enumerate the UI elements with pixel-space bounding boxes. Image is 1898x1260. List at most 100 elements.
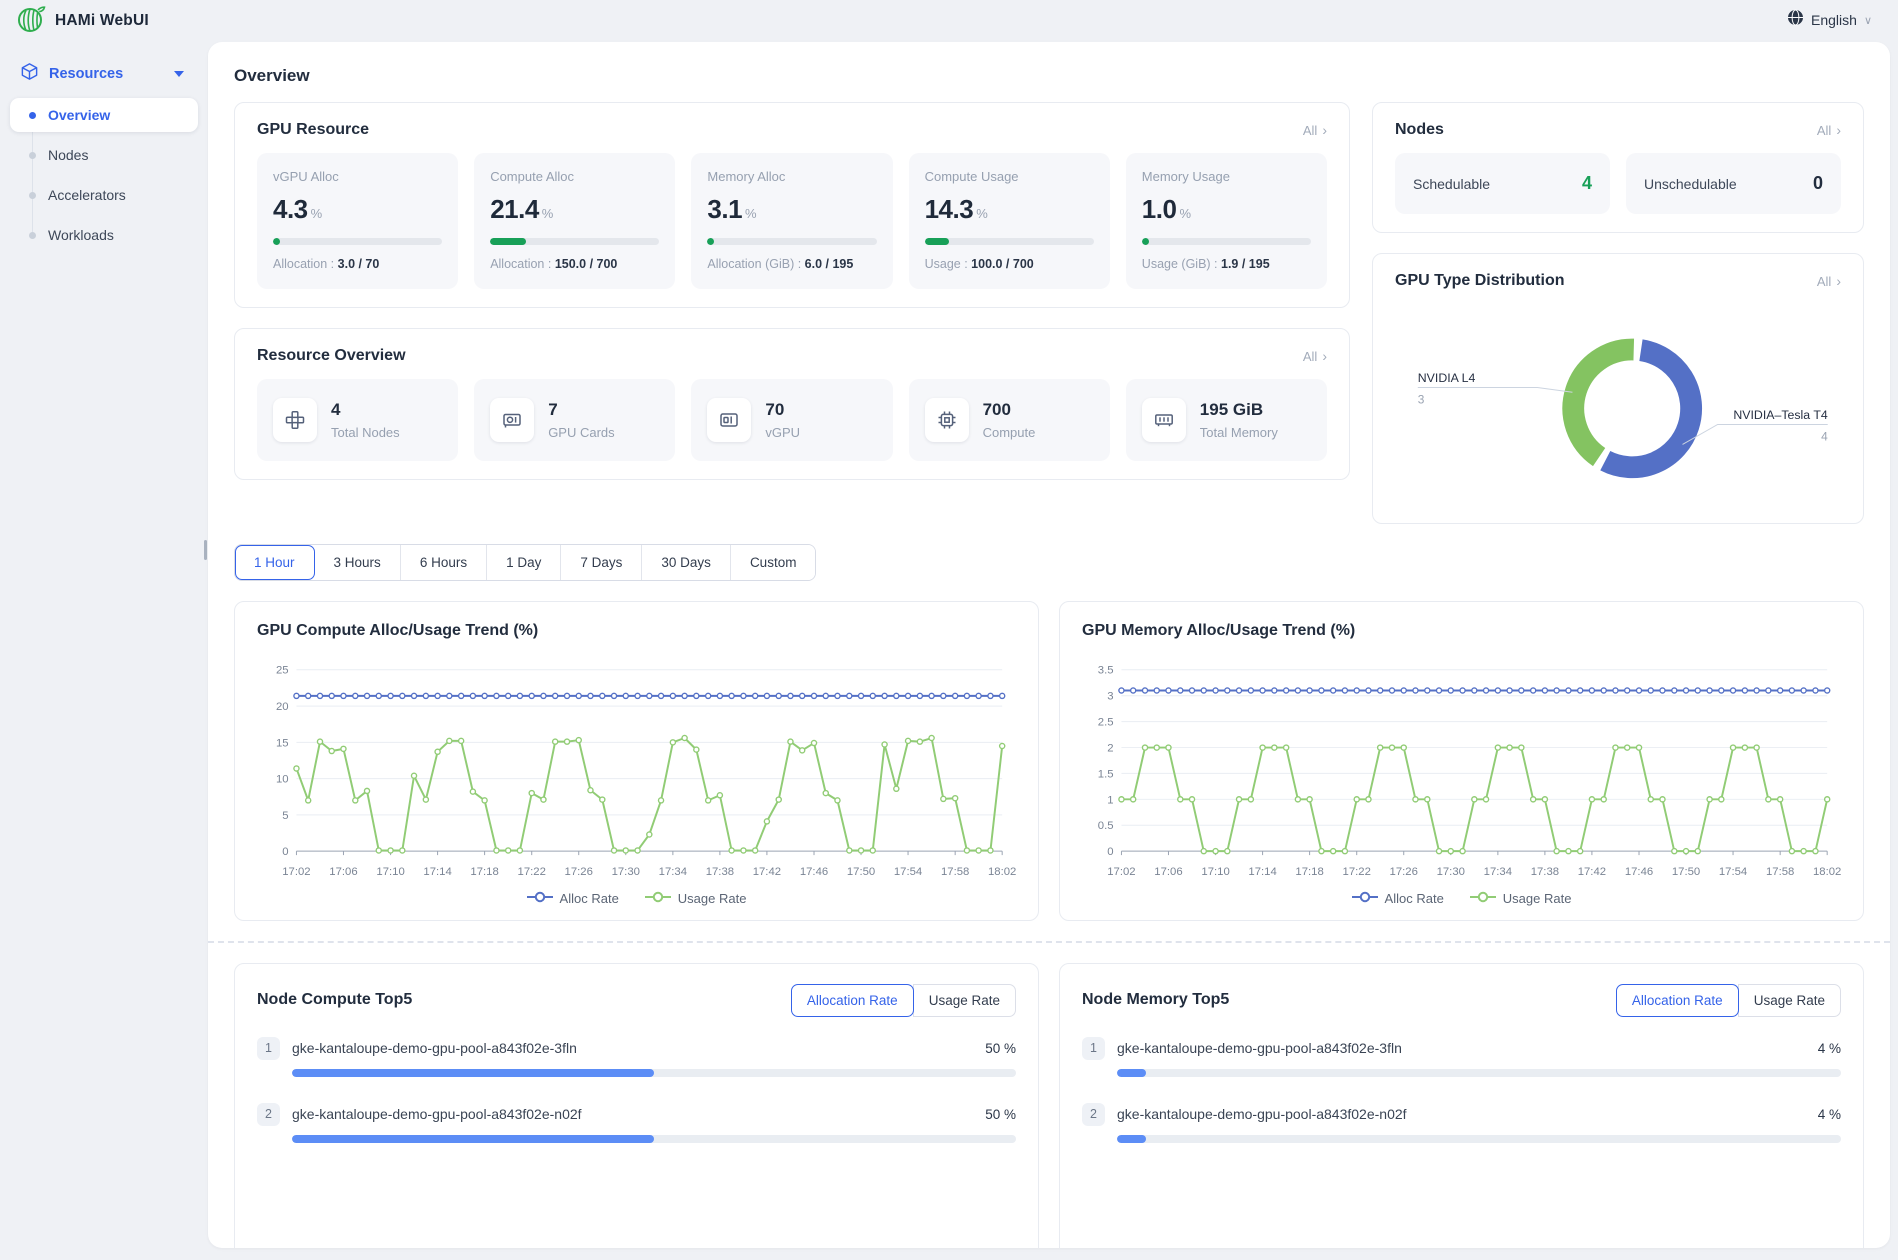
svg-text:17:58: 17:58 <box>941 866 969 878</box>
rate-bar-fill <box>292 1069 654 1077</box>
metric-detail-value: 1.9 / 195 <box>1221 257 1270 271</box>
resource-tile-compute: 700Compute <box>909 379 1110 461</box>
gpu-card-icon <box>490 398 534 442</box>
sidebar-section-resources[interactable]: Resources <box>10 54 198 94</box>
metric-value: 3.1 <box>707 194 742 225</box>
toggle-allocation-rate[interactable]: Allocation Rate <box>791 984 914 1017</box>
metric-detail-value: 150.0 / 700 <box>555 257 618 271</box>
svg-text:17:18: 17:18 <box>1295 866 1323 878</box>
compute-trend-title: GPU Compute Alloc/Usage Trend (%) <box>257 622 1016 640</box>
time-tab-6-hours[interactable]: 6 Hours <box>401 545 487 580</box>
sidebar: Resources Overview Nodes Accelerators Workl… <box>0 42 208 1260</box>
svg-text:0.5: 0.5 <box>1098 820 1114 832</box>
legend-marker-icon <box>1352 891 1378 906</box>
metric-unit: % <box>311 206 323 221</box>
resource-tile-label: GPU Cards <box>548 425 614 440</box>
sidebar-section-label: Resources <box>49 66 164 82</box>
svg-text:17:54: 17:54 <box>1719 866 1747 878</box>
svg-text:17:30: 17:30 <box>612 866 640 878</box>
metric-detail: Allocation : 3.0 / 70 <box>273 257 442 271</box>
rate-value: 50 % <box>985 1107 1016 1122</box>
time-range-tabs: 1 Hour3 Hours6 Hours1 Day7 Days30 DaysCu… <box>234 544 816 581</box>
svg-text:18:02: 18:02 <box>988 866 1016 878</box>
sidebar-item-workloads[interactable]: Workloads <box>10 218 198 252</box>
legend-item-usage-rate[interactable]: Usage Rate <box>1470 891 1572 906</box>
top5-rows: 1gke-kantaloupe-demo-gpu-pool-a843f02e-3… <box>1082 1037 1841 1143</box>
time-tab-30-days[interactable]: 30 Days <box>642 545 731 580</box>
rate-toggle-group: Allocation RateUsage Rate <box>1616 984 1841 1017</box>
svg-text:17:50: 17:50 <box>847 866 875 878</box>
time-tab-7-days[interactable]: 7 Days <box>561 545 642 580</box>
metric-progress-bar <box>925 238 1094 245</box>
svg-text:17:06: 17:06 <box>329 866 357 878</box>
svg-text:5: 5 <box>282 810 288 822</box>
sidebar-item-accelerators[interactable]: Accelerators <box>10 178 198 212</box>
gpu-resource-all-link[interactable]: All› <box>1303 122 1327 138</box>
svg-text:17:34: 17:34 <box>659 866 687 878</box>
legend-item-usage-rate[interactable]: Usage Rate <box>645 891 747 906</box>
rate-bar-fill <box>292 1135 654 1143</box>
memory-trend-card: GPU Memory Alloc/Usage Trend (%) 00.511.… <box>1059 601 1864 921</box>
resource-overview-all-link[interactable]: All› <box>1303 348 1327 364</box>
time-tab-1-day[interactable]: 1 Day <box>487 545 561 580</box>
svg-text:17:58: 17:58 <box>1766 866 1794 878</box>
main-panel: Overview GPU Resource All› vGPU Alloc4.3… <box>208 42 1890 1248</box>
rate-bar <box>1117 1069 1841 1077</box>
sidebar-item-overview[interactable]: Overview <box>10 98 198 132</box>
gpu-resource-card: GPU Resource All› vGPU Alloc4.3%Allocati… <box>234 102 1350 308</box>
svg-text:0: 0 <box>1107 846 1113 858</box>
metric-progress-fill <box>273 238 280 245</box>
nodes-all-link[interactable]: All› <box>1817 122 1841 138</box>
node-stat-unschedulable: Unschedulable0 <box>1626 153 1841 214</box>
toggle-usage-rate[interactable]: Usage Rate <box>913 984 1016 1017</box>
legend-item-alloc-rate[interactable]: Alloc Rate <box>527 891 619 906</box>
sidebar-resize-handle[interactable] <box>204 540 207 560</box>
time-tab-custom[interactable]: Custom <box>731 545 816 580</box>
language-selector[interactable]: English ∨ <box>1787 9 1872 31</box>
node-stat-schedulable: Schedulable4 <box>1395 153 1610 214</box>
svg-text:17:22: 17:22 <box>518 866 546 878</box>
gpu-type-distribution-card: GPU Type Distribution All› NVIDIA L43NVI… <box>1372 253 1864 524</box>
metric-label: Memory Usage <box>1142 169 1311 184</box>
rate-bar <box>292 1135 1016 1143</box>
svg-text:17:22: 17:22 <box>1343 866 1371 878</box>
gpu-type-donut-chart: NVIDIA L43NVIDIA–Tesla T44 <box>1395 304 1841 505</box>
svg-text:3: 3 <box>1418 393 1425 407</box>
svg-text:4: 4 <box>1821 430 1828 444</box>
resource-tile-vgpu: 70vGPU <box>691 379 892 461</box>
resource-tile-label: Compute <box>983 425 1036 440</box>
sidebar-item-nodes[interactable]: Nodes <box>10 138 198 172</box>
svg-text:2: 2 <box>1107 743 1113 755</box>
metric-detail-label: Allocation : <box>273 257 334 271</box>
rate-bar-fill <box>1117 1135 1146 1143</box>
svg-text:NVIDIA–Tesla T4: NVIDIA–Tesla T4 <box>1733 408 1827 422</box>
svg-text:17:42: 17:42 <box>1578 866 1606 878</box>
time-tab-3-hours[interactable]: 3 Hours <box>315 545 401 580</box>
svg-text:17:30: 17:30 <box>1437 866 1465 878</box>
sidebar-item-label: Overview <box>48 107 110 123</box>
svg-text:17:42: 17:42 <box>753 866 781 878</box>
metric-value: 4.3 <box>273 194 308 225</box>
toggle-usage-rate[interactable]: Usage Rate <box>1738 984 1841 1017</box>
rate-toggle-group: Allocation RateUsage Rate <box>791 984 1016 1017</box>
toggle-allocation-rate[interactable]: Allocation Rate <box>1616 984 1739 1017</box>
resource-overview-items: 4Total Nodes7GPU Cards70vGPU700Compute19… <box>257 379 1327 461</box>
svg-text:17:38: 17:38 <box>706 866 734 878</box>
compute-trend-card: GPU Compute Alloc/Usage Trend (%) 051015… <box>234 601 1039 921</box>
legend-item-alloc-rate[interactable]: Alloc Rate <box>1352 891 1444 906</box>
node-name: gke-kantaloupe-demo-gpu-pool-a843f02e-n0… <box>1117 1106 1818 1122</box>
svg-text:17:06: 17:06 <box>1154 866 1182 878</box>
time-tab-1-hour[interactable]: 1 Hour <box>235 545 315 580</box>
svg-text:17:02: 17:02 <box>1107 866 1135 878</box>
rank-badge: 2 <box>257 1103 280 1126</box>
resource-tile-value: 4 <box>331 400 400 420</box>
svg-text:17:46: 17:46 <box>1625 866 1653 878</box>
compute-icon <box>925 398 969 442</box>
gpu-type-all-link[interactable]: All› <box>1817 273 1841 289</box>
svg-text:10: 10 <box>276 774 289 786</box>
rate-bar <box>1117 1135 1841 1143</box>
node-compute-top5-card: Node Compute Top5Allocation RateUsage Ra… <box>234 963 1039 1248</box>
svg-text:17:02: 17:02 <box>282 866 310 878</box>
chevron-right-icon: › <box>1836 122 1841 138</box>
metric-unit: % <box>745 206 757 221</box>
